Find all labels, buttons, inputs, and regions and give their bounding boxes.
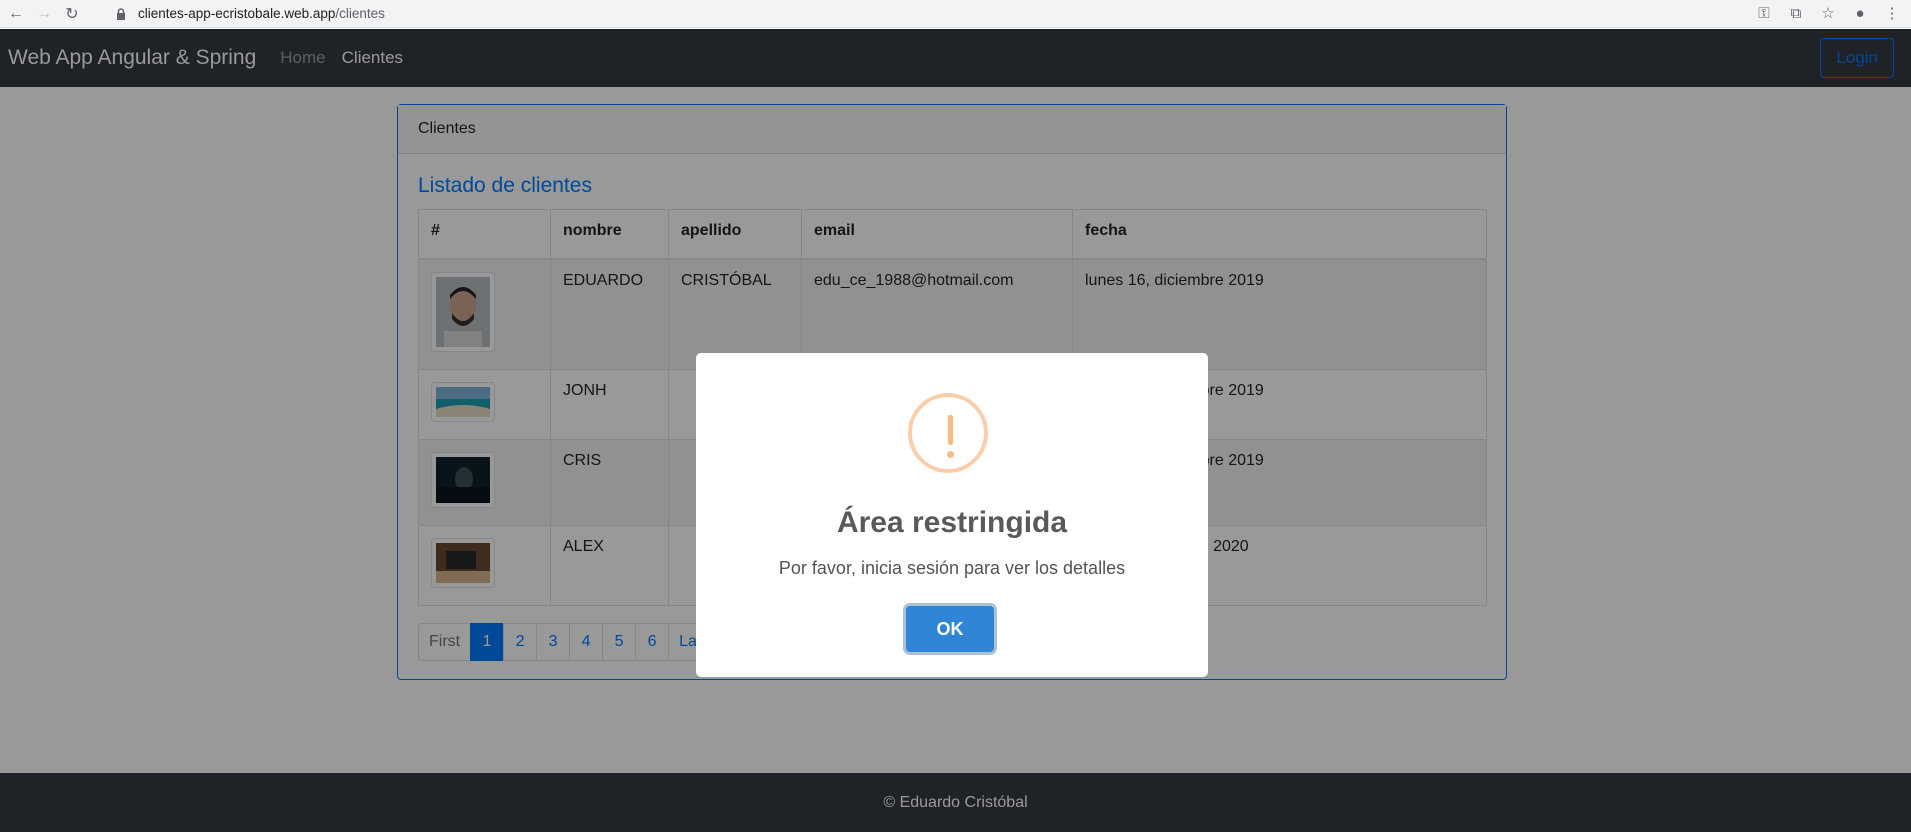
ok-button[interactable]: OK xyxy=(906,606,994,652)
browser-toolbar: ← → ↻ clientes-app-ecristobale.web.app/c… xyxy=(0,0,1911,28)
profile-icon[interactable]: ● xyxy=(1849,2,1871,24)
key-icon[interactable]: ⚿ xyxy=(1753,2,1775,24)
star-icon[interactable]: ☆ xyxy=(1817,2,1839,24)
url-path: /clientes xyxy=(335,6,385,21)
back-icon[interactable]: ← xyxy=(4,2,28,26)
translate-icon[interactable]: ⧉ xyxy=(1785,2,1807,24)
lock-icon xyxy=(117,7,125,20)
forward-icon[interactable]: → xyxy=(32,2,56,26)
restricted-area-modal: Área restringida Por favor, inicia sesió… xyxy=(696,353,1208,677)
address-bar[interactable]: clientes-app-ecristobale.web.app/cliente… xyxy=(114,2,385,26)
warning-icon xyxy=(908,393,988,473)
url-host: clientes-app-ecristobale.web.app xyxy=(138,6,336,21)
menu-icon[interactable]: ⋮ xyxy=(1881,2,1903,24)
reload-icon[interactable]: ↻ xyxy=(60,2,84,26)
modal-title: Área restringida xyxy=(836,506,1068,539)
modal-text: Por favor, inicia sesión para ver los de… xyxy=(778,558,1126,578)
